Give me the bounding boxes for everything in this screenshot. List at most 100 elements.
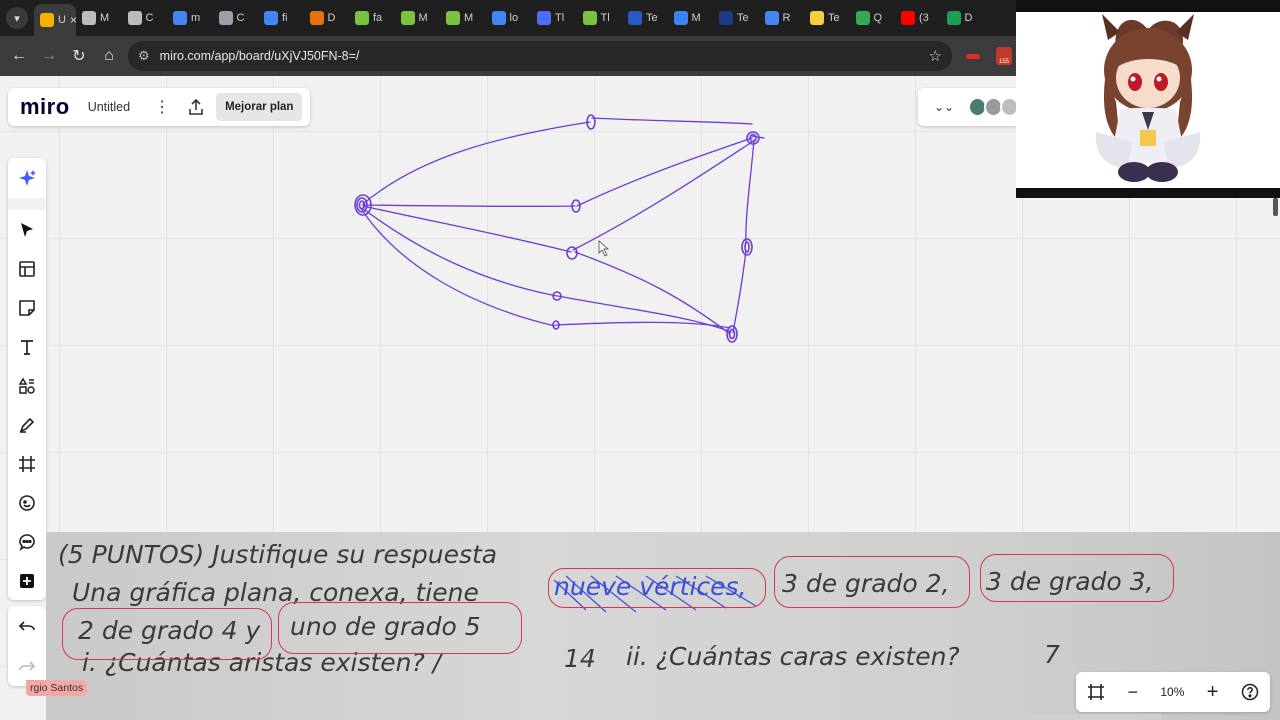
favicon-icon [537, 11, 551, 25]
pen-icon[interactable] [8, 405, 46, 444]
cursor-icon[interactable] [8, 210, 46, 249]
frame-icon[interactable] [8, 444, 46, 483]
extension-badge[interactable]: 155 [996, 47, 1012, 65]
sparkle-icon[interactable] [8, 158, 46, 198]
undo-icon[interactable] [8, 606, 46, 646]
vertex [744, 241, 750, 253]
tab-label: C [236, 12, 245, 24]
left-toolbar [8, 158, 46, 600]
extension-icon[interactable] [966, 53, 980, 59]
red-ink-circle [774, 556, 970, 608]
vertex [566, 246, 578, 260]
board-header: miro Untitled ⋮ Mejorar plan [8, 88, 311, 126]
edge [361, 207, 558, 297]
edge [591, 117, 753, 125]
favicon-icon [764, 11, 779, 25]
upgrade-plan-button[interactable]: Mejorar plan [216, 93, 303, 121]
red-ink-circle [980, 554, 1174, 602]
collaborator-cursor-label: rgio Santos [26, 680, 88, 696]
browser-tab[interactable]: M [395, 4, 441, 32]
address-bar[interactable]: ⚙ miro.com/app/board/uXjVJ50FN-8=/ ☆ [128, 41, 952, 71]
tab-label: lo [509, 12, 519, 24]
browser-tab[interactable]: (3 [895, 4, 941, 32]
plus-icon[interactable]: + [1207, 681, 1219, 704]
plus-square-icon[interactable] [8, 561, 46, 600]
tab-label: M [691, 12, 701, 24]
browser-tab[interactable]: Te [622, 4, 668, 32]
star-icon[interactable]: ☆ [929, 47, 942, 65]
tab-label: M [100, 12, 110, 24]
arrow-left-icon[interactable]: ← [4, 41, 34, 71]
tab-label: M [418, 12, 428, 24]
browser-tab[interactable]: fa [349, 4, 395, 32]
arrow-right-icon[interactable]: → [34, 41, 64, 71]
tab-label: M [464, 12, 474, 24]
board-title[interactable]: Untitled [88, 100, 130, 114]
collaborators-panel: ⌄⌄ [918, 88, 1020, 126]
browser-tab[interactable]: U × [34, 4, 76, 36]
favicon-icon [582, 11, 597, 25]
vertex [726, 325, 738, 343]
browser-tab[interactable]: Te [713, 4, 759, 32]
browser-tab[interactable]: lo [486, 4, 532, 32]
browser-tab[interactable]: Te [804, 4, 850, 32]
favicon-icon [673, 11, 688, 25]
favicon-icon [628, 11, 642, 25]
favicon-icon [719, 11, 733, 25]
tab-label: C [145, 12, 154, 24]
browser-tab[interactable]: C [213, 4, 259, 32]
red-ink-circle [548, 568, 766, 608]
url-text: miro.com/app/board/uXjVJ50FN-8=/ [159, 49, 360, 63]
favicon-icon [264, 11, 278, 25]
undo-redo-panel [8, 606, 46, 686]
tune-icon[interactable]: ⚙ [138, 48, 150, 64]
emoji-icon[interactable] [8, 483, 46, 522]
browser-tab[interactable]: m [167, 4, 213, 32]
minus-icon[interactable]: − [1128, 682, 1139, 703]
browser-tab[interactable]: C [122, 4, 168, 32]
favicon-icon [309, 11, 324, 25]
home-icon[interactable]: ⌂ [94, 41, 124, 71]
browser-tab[interactable]: M [76, 4, 122, 32]
fit-screen-icon[interactable] [1087, 683, 1105, 701]
browser-tab[interactable]: D [941, 4, 987, 32]
chevron-down-icon[interactable]: ▾ [6, 7, 28, 29]
tab-label: Q [873, 12, 883, 24]
zoom-level[interactable]: 10% [1160, 685, 1184, 699]
miro-logo[interactable]: miro [20, 94, 70, 120]
edge [557, 295, 732, 333]
browser-toolbar: ← → ↻ ⌂ ⚙ miro.com/app/board/uXjVJ50FN-8… [0, 36, 1016, 76]
browser-tab[interactable]: Tl [577, 4, 623, 32]
help-icon[interactable] [1241, 683, 1259, 701]
reload-icon[interactable]: ↻ [64, 41, 94, 71]
favicon-icon [400, 11, 415, 25]
chevron-double-down-icon[interactable]: ⌄⌄ [934, 100, 954, 114]
tab-label: Te [646, 12, 658, 24]
browser-tab[interactable]: Tl [531, 4, 577, 32]
horizontal-scrollbar[interactable] [986, 714, 1162, 720]
favicon-icon [355, 11, 369, 25]
red-ink-circle [278, 602, 522, 654]
share-icon[interactable] [182, 93, 210, 121]
shapes-icon[interactable] [8, 366, 46, 405]
browser-tab[interactable]: Q [850, 4, 896, 32]
browser-tab[interactable]: D [304, 4, 350, 32]
edge [745, 139, 755, 245]
layout-icon[interactable] [8, 249, 46, 288]
text-icon[interactable] [8, 327, 46, 366]
sticky-note-icon[interactable] [8, 288, 46, 327]
kebab-icon[interactable]: ⋮ [148, 93, 176, 121]
vertical-scrollbar[interactable] [1273, 198, 1278, 216]
comment-icon[interactable] [8, 522, 46, 561]
browser-tab[interactable]: M [440, 4, 486, 32]
browser-tab[interactable]: fi [258, 4, 304, 32]
tab-label: Tl [555, 12, 565, 24]
favicon-icon [127, 11, 142, 25]
edge [576, 137, 753, 207]
browser-tab[interactable]: R [759, 4, 805, 32]
mouse-cursor-icon [598, 240, 610, 257]
favicon-icon [946, 11, 961, 25]
favicon-icon [901, 11, 915, 25]
browser-tab[interactable]: M [668, 4, 714, 32]
edge [574, 251, 731, 335]
